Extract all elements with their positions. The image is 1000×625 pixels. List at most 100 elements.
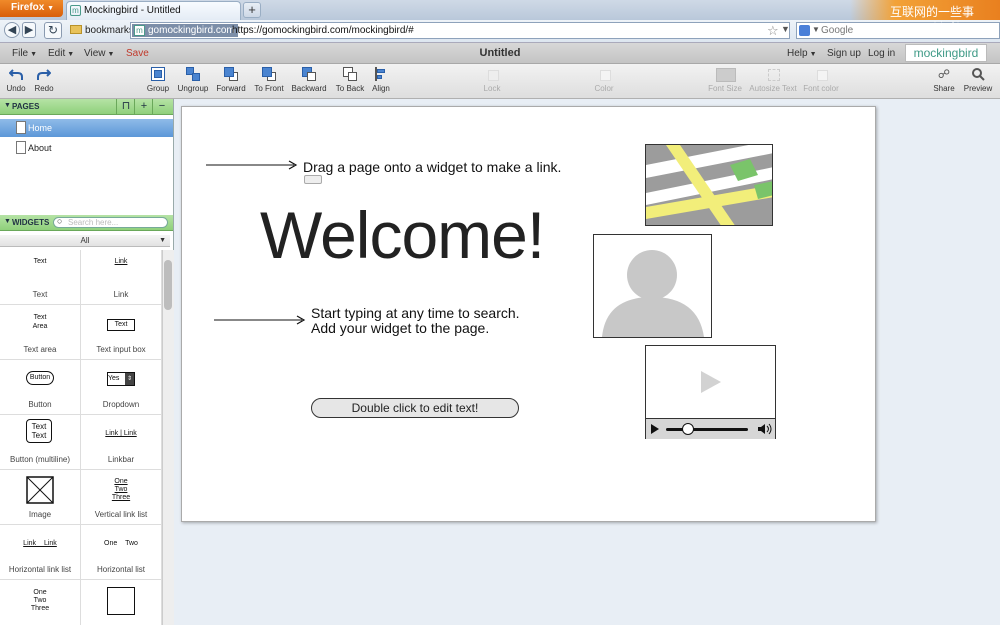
google-icon <box>799 25 810 36</box>
view-menu[interactable]: View ▼ <box>84 48 114 59</box>
widget-button[interactable]: Button Button <box>0 360 81 415</box>
remove-page-button[interactable]: − <box>152 99 171 114</box>
search-icon: ○ <box>57 216 63 226</box>
drag-hint-text[interactable]: Drag a page onto a widget to make a link… <box>303 160 561 175</box>
widget-link[interactable]: Link Link <box>81 250 162 305</box>
user-silhouette-icon <box>602 250 704 337</box>
widget-text-input-box[interactable]: Text Text input box <box>81 305 162 360</box>
widget-horizontal-list[interactable]: One Two Horizontal list <box>81 525 162 580</box>
to-front-button[interactable]: To Front <box>253 67 285 93</box>
new-tab-button[interactable]: + <box>243 2 261 18</box>
lock-page-icon[interactable]: ⊓ <box>116 99 135 114</box>
group-button[interactable]: Group <box>145 67 171 93</box>
pages-header: ▼ PAGES ⊓ + − <box>0 99 173 115</box>
font-size-button[interactable]: Font Size <box>706 67 744 93</box>
widget-image[interactable]: Image <box>0 470 81 525</box>
arrow-right-icon <box>206 160 298 170</box>
add-page-button[interactable]: + <box>134 99 153 114</box>
welcome-heading[interactable]: Welcome! <box>260 197 545 273</box>
backward-button[interactable]: Backward <box>290 67 328 93</box>
watermark: 互联网的一些事 <box>890 5 975 19</box>
video-controls-bar <box>646 418 775 439</box>
color-button[interactable]: Color <box>590 67 618 93</box>
font-size-icon <box>716 67 736 82</box>
rectangle-icon <box>107 587 135 615</box>
color-swatch-icon <box>597 67 611 81</box>
to-back-button[interactable]: To Back <box>334 67 366 93</box>
browser-tab-bar: Firefox ▼ m Mockingbird - Untitled + 互联网… <box>0 0 1000 20</box>
video-progress-track[interactable] <box>666 428 748 431</box>
app-menu-bar: Untitled File ▼ Edit ▼ View ▼ Save Help ▼ Si… <box>0 43 1000 64</box>
undo-icon <box>8 67 23 81</box>
help-menu[interactable]: Help ▼ <box>787 48 817 59</box>
collapse-triangle-icon[interactable]: ▼ <box>4 102 11 109</box>
autosize-text-button[interactable]: Autosize Text <box>748 67 798 93</box>
page-icon <box>16 141 26 154</box>
toolbar: Undo Redo Group Ungroup Forward To Front… <box>0 64 1000 99</box>
align-button[interactable]: Align <box>368 67 394 93</box>
signup-link[interactable]: Sign up <box>827 48 861 59</box>
bookmarks-link[interactable]: bookmarks <box>85 25 134 36</box>
page-item-home[interactable]: Home <box>0 119 173 137</box>
link-handle-icon <box>304 175 322 184</box>
arrow-right-icon <box>214 315 306 325</box>
map-widget[interactable] <box>645 144 773 226</box>
page-item-about[interactable]: About <box>0 139 173 157</box>
edit-menu[interactable]: Edit ▼ <box>48 48 74 59</box>
volume-icon[interactable] <box>757 423 773 435</box>
collapse-triangle-icon[interactable]: ▼ <box>4 218 11 225</box>
site-identity-badge[interactable]: m gomockingbird.com <box>132 24 238 37</box>
widget-horizontal-link-list[interactable]: Link Link Horizontal link list <box>0 525 81 580</box>
preview-button[interactable]: Preview <box>962 67 994 93</box>
browser-tab[interactable]: m Mockingbird - Untitled <box>66 1 241 20</box>
video-progress-thumb[interactable] <box>682 423 694 435</box>
file-menu[interactable]: File ▼ <box>12 48 37 59</box>
redo-button[interactable]: Redo <box>32 67 56 93</box>
widget-linkbar[interactable]: Link | Link Linkbar <box>81 415 162 470</box>
browser-nav-bar: ◀ ▶ ↻ bookmarks m gomockingbird.com http… <box>0 20 1000 43</box>
widget-rectangle[interactable] <box>81 580 162 625</box>
login-link[interactable]: Log in <box>868 48 895 59</box>
font-color-icon <box>814 67 828 81</box>
bookmark-star-icon[interactable]: ☆ <box>767 23 779 39</box>
widget-text-area[interactable]: Text Area Text area <box>0 305 81 360</box>
tab-title: Mockingbird - Untitled <box>84 5 181 16</box>
ungroup-button[interactable]: Ungroup <box>177 67 209 93</box>
back-arrow-icon[interactable]: ◀ <box>4 22 20 38</box>
lock-button[interactable]: Lock <box>478 67 506 93</box>
widget-vertical-link-list[interactable]: One Two Three Vertical link list <box>81 470 162 525</box>
video-player-widget[interactable] <box>645 345 776 439</box>
save-menu[interactable]: Save <box>126 48 149 59</box>
watermark-url: www.yixieshi.com <box>908 20 979 30</box>
widget-text[interactable]: Text Text <box>0 250 81 305</box>
widget-grid: Text Text Link Link Text Area Text area … <box>0 250 162 625</box>
share-icon: ☍ <box>937 67 951 81</box>
engine-dropdown-icon[interactable]: ▼ <box>812 25 820 34</box>
autosize-icon <box>766 67 780 81</box>
type-hint-text[interactable]: Start typing at any time to search. Add … <box>311 306 520 336</box>
widget-scrollbar[interactable] <box>162 250 174 625</box>
widget-dropdown[interactable]: Yes ⇕ Dropdown <box>81 360 162 415</box>
forward-arrow-icon[interactable]: ▶ <box>22 22 36 38</box>
url-text[interactable]: https://gomockingbird.com/mockingbird/# <box>232 25 414 36</box>
widget-search-input[interactable]: ○ Search here... <box>53 216 168 228</box>
updown-icon: ⇕ <box>125 373 134 385</box>
firefox-menu-button[interactable]: Firefox ▼ <box>0 0 63 17</box>
avatar-placeholder-widget[interactable] <box>593 234 712 338</box>
undo-button[interactable]: Undo <box>4 67 28 93</box>
widget-filter-dropdown[interactable]: All ▼ <box>0 235 170 247</box>
url-bar[interactable]: m gomockingbird.com https://gomockingbir… <box>130 22 790 39</box>
forward-button[interactable]: Forward <box>215 67 247 93</box>
to-front-icon <box>262 67 276 81</box>
widget-vertical-list[interactable]: One Two Three <box>0 580 81 625</box>
site-favicon-icon: m <box>134 25 145 36</box>
play-icon[interactable] <box>650 423 660 435</box>
reload-icon[interactable]: ↻ <box>44 22 62 39</box>
font-color-button[interactable]: Font color <box>802 67 840 93</box>
design-canvas[interactable]: Drag a page onto a widget to make a link… <box>181 106 876 522</box>
widget-button-multiline[interactable]: Text Text Button (multiline) <box>0 415 81 470</box>
share-button[interactable]: ☍ Share <box>930 67 958 93</box>
scrollbar-thumb[interactable] <box>164 260 172 310</box>
url-dropdown-icon[interactable]: ▼ <box>781 24 790 34</box>
sample-button-widget[interactable]: Double click to edit text! <box>311 398 519 418</box>
